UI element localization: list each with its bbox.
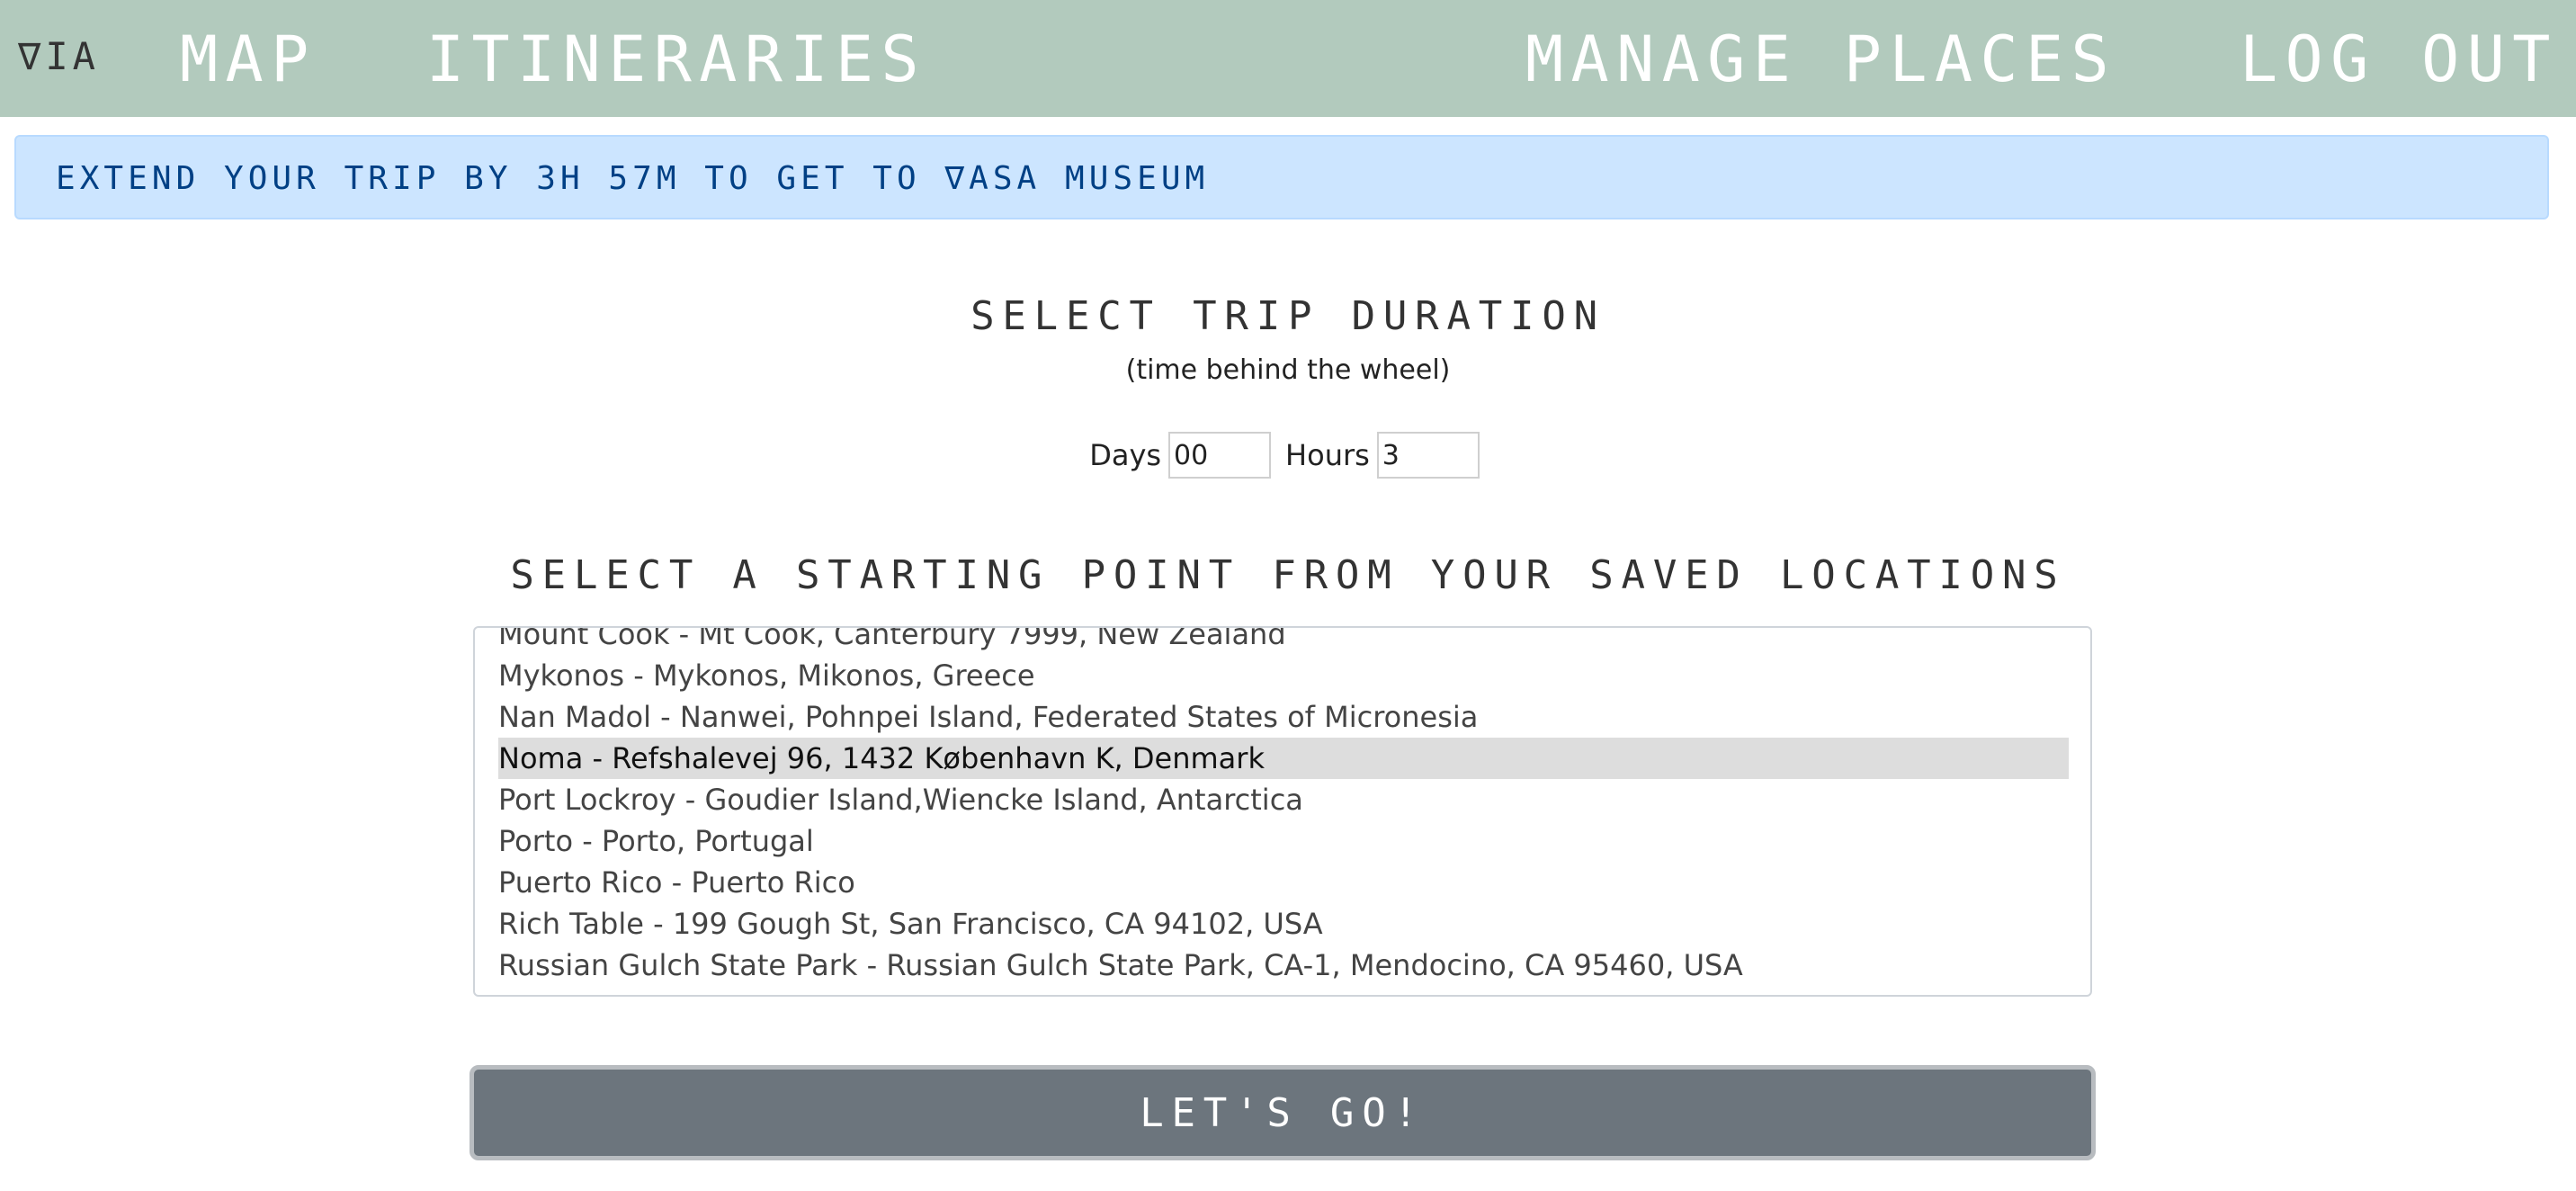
lets-go-button[interactable]: LET'S GO! <box>470 1065 2096 1160</box>
saved-locations-list[interactable]: Mount Cook - Mt Cook, Canterbury 7999, N… <box>473 626 2092 997</box>
hours-label: Hours <box>1285 438 1370 472</box>
nav-link-logout[interactable]: LOG OUT <box>2240 23 2558 95</box>
nav-link-itineraries[interactable]: ITINERARIES <box>426 23 926 95</box>
days-label: Days <box>1089 438 1162 472</box>
location-option[interactable]: Rich Table - 199 Gough St, San Francisco… <box>498 903 2069 945</box>
alert-text: EXTEND YOUR TRIP BY 3H 57M TO GET TO ∇AS… <box>56 160 1210 197</box>
hours-input[interactable] <box>1376 432 1480 479</box>
location-option-label: Rich Table - 199 Gough St, San Francisco… <box>498 907 1323 941</box>
starting-point-heading: SELECT A STARTING POINT FROM YOUR SAVED … <box>510 552 2066 598</box>
location-option-label: Puerto Rico - Puerto Rico <box>498 865 855 900</box>
location-option-label: Mykonos - Mykonos, Mikonos, Greece <box>498 658 1035 693</box>
location-option-label: Nan Madol - Nanwei, Pohnpei Island, Fede… <box>498 700 1479 734</box>
trip-duration-heading: SELECT TRIP DURATION <box>970 293 1606 339</box>
location-option[interactable]: Port Lockroy - Goudier Island,Wiencke Is… <box>498 779 2069 820</box>
location-option[interactable]: Puerto Rico - Puerto Rico <box>498 862 2069 903</box>
location-option-selected[interactable]: Noma - Refshalevej 96, 1432 København K,… <box>498 738 2069 779</box>
brand-logo[interactable]: ∇IA <box>18 34 100 78</box>
location-option[interactable]: Nan Madol - Nanwei, Pohnpei Island, Fede… <box>498 696 2069 738</box>
nav-link-manage-places[interactable]: MANAGE PLACES <box>1525 23 2116 95</box>
nav-link-map[interactable]: MAP <box>180 23 317 95</box>
location-option[interactable]: Russian Gulch State Park - Russian Gulch… <box>498 945 2069 986</box>
location-option-label: Noma - Refshalevej 96, 1432 København K,… <box>498 741 1265 775</box>
location-option[interactable]: Porto - Porto, Portugal <box>498 820 2069 862</box>
location-option[interactable]: Mount Cook - Mt Cook, Canterbury 7999, N… <box>498 626 2069 655</box>
days-input[interactable] <box>1168 432 1272 479</box>
location-option-label: Port Lockroy - Goudier Island,Wiencke Is… <box>498 783 1303 817</box>
navbar: ∇IA MAP ITINERARIES MANAGE PLACES LOG OU… <box>0 0 2576 117</box>
trip-duration-subtext: (time behind the wheel) <box>1125 354 1451 386</box>
location-option[interactable]: Mykonos - Mykonos, Mikonos, Greece <box>498 655 2069 696</box>
saved-locations-items: Mount Cook - Mt Cook, Canterbury 7999, N… <box>498 626 2069 986</box>
location-option-label: Porto - Porto, Portugal <box>498 824 814 858</box>
location-option-label: Russian Gulch State Park - Russian Gulch… <box>498 948 1743 982</box>
duration-inputs: Days Hours <box>0 432 2576 479</box>
location-option-label: Mount Cook - Mt Cook, Canterbury 7999, N… <box>498 626 1286 651</box>
trip-extension-alert: EXTEND YOUR TRIP BY 3H 57M TO GET TO ∇AS… <box>14 135 2549 219</box>
